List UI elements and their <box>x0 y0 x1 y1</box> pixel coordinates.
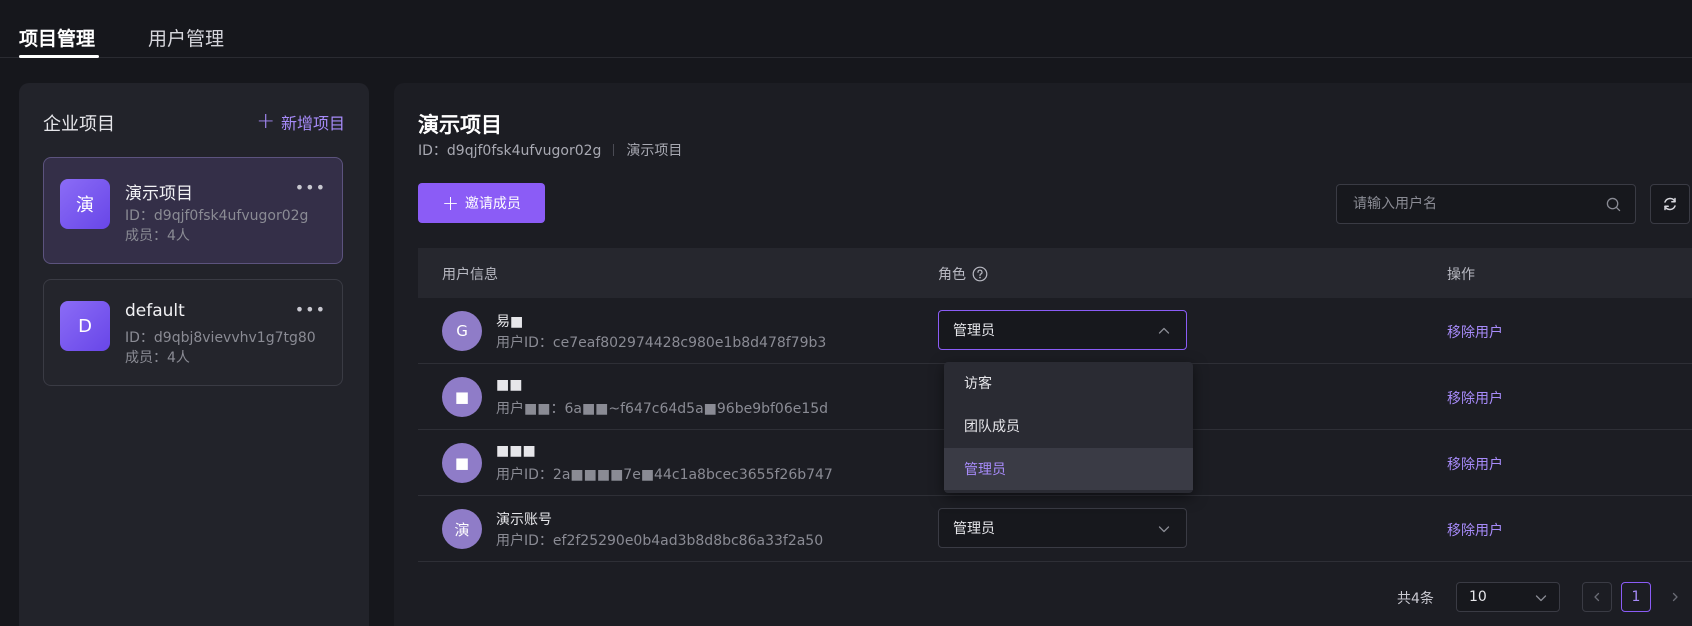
chevron-left-icon <box>1594 592 1600 602</box>
refresh-button[interactable] <box>1650 184 1690 224</box>
project-name-text: 演示项目 <box>626 143 683 159</box>
project-members: 成员：4人 <box>125 228 190 244</box>
remove-user-link[interactable]: 移除用户 <box>1447 454 1503 474</box>
project-card-demo[interactable]: 演 演示项目 ID：d9qjf0fsk4ufvugor02g 成员：4人 ••• <box>43 157 343 264</box>
role-select[interactable]: 管理员 <box>938 508 1187 548</box>
project-sidebar: 企业项目 + 新增项目 演 演示项目 ID：d9qjf0fsk4ufvugor0… <box>19 83 369 626</box>
pagination-total: 共4条 <box>1397 591 1434 607</box>
chevron-up-icon <box>1158 327 1170 334</box>
avatar: G <box>442 311 482 351</box>
more-options-icon[interactable]: ••• <box>295 178 326 197</box>
prev-page-button[interactable] <box>1582 582 1612 612</box>
chevron-right-icon <box>1672 592 1678 602</box>
page-number-button[interactable]: 1 <box>1621 582 1651 612</box>
user-id: 用户ID：ef2f25290e0b4ad3b8d8bc86a33f2a50 <box>496 533 824 549</box>
header-user-info: 用户信息 <box>442 267 498 283</box>
invite-label: 邀请成员 <box>464 196 521 212</box>
more-options-icon[interactable]: ••• <box>295 300 326 319</box>
project-name: 演示项目 <box>125 184 193 204</box>
chevron-down-icon <box>1535 595 1547 602</box>
chevron-down-icon <box>1158 526 1170 533</box>
help-icon[interactable] <box>972 266 988 282</box>
table-row: G 易■ 用户ID：ce7eaf802974428c980e1b8d478f79… <box>418 298 1692 364</box>
active-tab-indicator <box>19 55 99 58</box>
user-name: ■■■ <box>496 443 536 459</box>
page-size-select[interactable]: 10 <box>1456 582 1560 612</box>
page-size-value: 10 <box>1469 589 1487 605</box>
header-role: 角色 <box>938 264 988 284</box>
plus-icon: + <box>256 109 275 134</box>
tab-user-management[interactable]: 用户管理 <box>148 24 224 51</box>
role-dropdown-menu: 访客 团队成员 管理员 <box>944 362 1193 493</box>
plus-icon: + <box>442 191 459 215</box>
user-name: ■■ <box>496 377 523 393</box>
role-option-admin[interactable]: 管理员 <box>944 448 1193 490</box>
role-value: 管理员 <box>953 323 995 339</box>
project-detail-panel: 演示项目 ID：d9qjf0fsk4ufvugor02g 演示项目 + 邀请成员… <box>394 83 1692 626</box>
project-id-text: ID：d9qjf0fsk4ufvugor02g <box>418 143 602 159</box>
user-search <box>1336 184 1636 224</box>
next-page-button[interactable] <box>1660 582 1690 612</box>
avatar: ■ <box>442 443 482 483</box>
table-header: 用户信息 角色 操作 <box>418 248 1692 298</box>
project-name: default <box>125 301 185 321</box>
remove-user-link[interactable]: 移除用户 <box>1447 388 1503 408</box>
user-id: 用户ID：ce7eaf802974428c980e1b8d478f79b3 <box>496 335 827 351</box>
role-select[interactable]: 管理员 <box>938 310 1187 350</box>
user-name: 演示账号 <box>496 512 552 528</box>
search-icon[interactable] <box>1606 197 1621 212</box>
project-avatar: 演 <box>60 179 110 229</box>
add-project-button[interactable]: + 新增项目 <box>257 110 345 134</box>
search-input[interactable] <box>1337 185 1597 223</box>
project-avatar: D <box>60 301 110 351</box>
header-role-label: 角色 <box>938 267 966 283</box>
user-name: 易■ <box>496 314 524 330</box>
invite-member-button[interactable]: + 邀请成员 <box>418 183 545 223</box>
project-id: ID：d9qjf0fsk4ufvugor02g <box>125 208 309 224</box>
remove-user-link[interactable]: 移除用户 <box>1447 322 1503 342</box>
project-card-default[interactable]: D default ID：d9qbj8vievvhv1g7tg80 成员：4人 … <box>43 279 343 386</box>
add-project-label: 新增项目 <box>280 114 345 133</box>
role-option-guest[interactable]: 访客 <box>944 362 1193 404</box>
user-id: 用户■■：6a■■~f647c64d5a■96be9bf06e15d <box>496 401 829 417</box>
project-members: 成员：4人 <box>125 350 190 366</box>
refresh-icon <box>1664 197 1676 211</box>
page-title: 演示项目 <box>418 113 502 137</box>
role-value: 管理员 <box>953 521 995 537</box>
sidebar-title: 企业项目 <box>43 114 115 135</box>
divider <box>613 144 615 156</box>
role-option-team-member[interactable]: 团队成员 <box>944 405 1193 447</box>
top-tab-bar: 项目管理 用户管理 <box>0 0 1692 58</box>
avatar: 演 <box>442 509 482 549</box>
project-subtitle: ID：d9qjf0fsk4ufvugor02g 演示项目 <box>418 140 682 160</box>
header-action: 操作 <box>1447 267 1475 283</box>
tab-project-management[interactable]: 项目管理 <box>19 24 95 51</box>
remove-user-link[interactable]: 移除用户 <box>1447 520 1503 540</box>
avatar: ■ <box>442 377 482 417</box>
project-id: ID：d9qbj8vievvhv1g7tg80 <box>125 330 316 346</box>
table-row: 演 演示账号 用户ID：ef2f25290e0b4ad3b8d8bc86a33f… <box>418 496 1692 562</box>
user-id: 用户ID：2a■■■■7e■44c1a8bcec3655f26b747 <box>496 467 833 483</box>
